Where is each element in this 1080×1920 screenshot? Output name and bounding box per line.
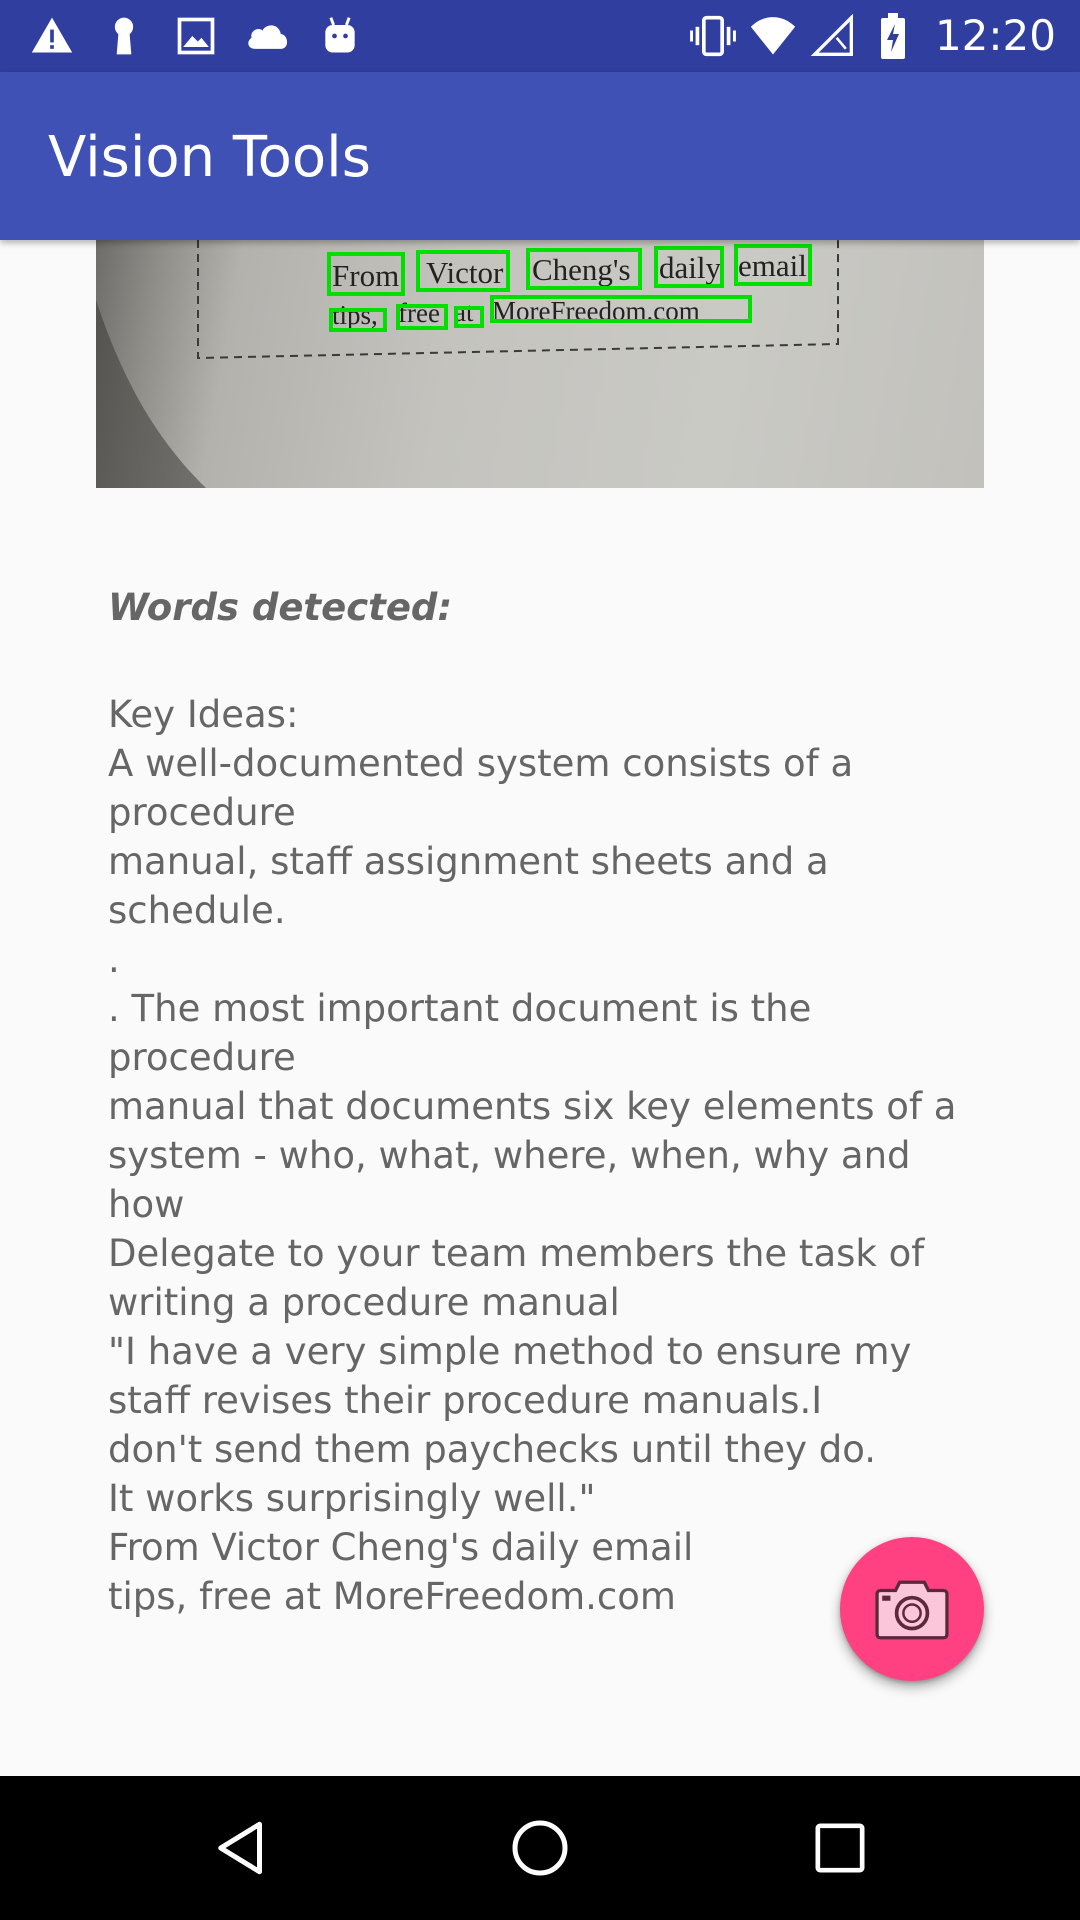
camera-icon [875, 1578, 949, 1640]
captured-photo: From Victor Cheng's daily email tips, fr… [96, 240, 984, 488]
photo-word: Victor [426, 255, 504, 290]
photo-word: tips, [332, 300, 378, 330]
keyhole-icon [100, 12, 148, 60]
warning-icon [28, 12, 76, 60]
signal-icon [809, 12, 857, 60]
detected-text: Key Ideas: A well-documented system cons… [108, 693, 957, 1618]
status-bar: 12:20 [0, 0, 1080, 72]
screen: 12:20 Vision Tools From Victor Cheng's d… [0, 0, 1080, 1920]
android-icon [316, 12, 364, 60]
photo-word: From [332, 258, 399, 293]
image-icon [172, 12, 220, 60]
wifi-icon [749, 12, 797, 60]
photo-word: daily [659, 250, 721, 285]
home-button[interactable] [504, 1812, 576, 1884]
battery-charging-icon [869, 12, 917, 60]
status-time: 12:20 [934, 11, 1056, 60]
home-icon [510, 1818, 570, 1878]
navigation-bar [0, 1776, 1080, 1920]
recents-button[interactable] [804, 1812, 876, 1884]
vibrate-icon [689, 12, 737, 60]
words-detected-label: Words detected: [108, 586, 453, 629]
back-icon [212, 1818, 272, 1878]
system-icons: 12:20 [677, 12, 1056, 60]
notification-icons [28, 12, 388, 60]
photo-word: free [398, 298, 440, 328]
back-button[interactable] [206, 1812, 278, 1884]
photo-word: email [738, 248, 807, 283]
app-title: Vision Tools [48, 125, 371, 190]
cloud-icon [244, 12, 292, 60]
recents-icon [812, 1820, 868, 1876]
camera-fab-button[interactable] [840, 1537, 984, 1681]
app-bar: Vision Tools [0, 72, 1080, 240]
photo-word: Cheng's [532, 252, 631, 287]
